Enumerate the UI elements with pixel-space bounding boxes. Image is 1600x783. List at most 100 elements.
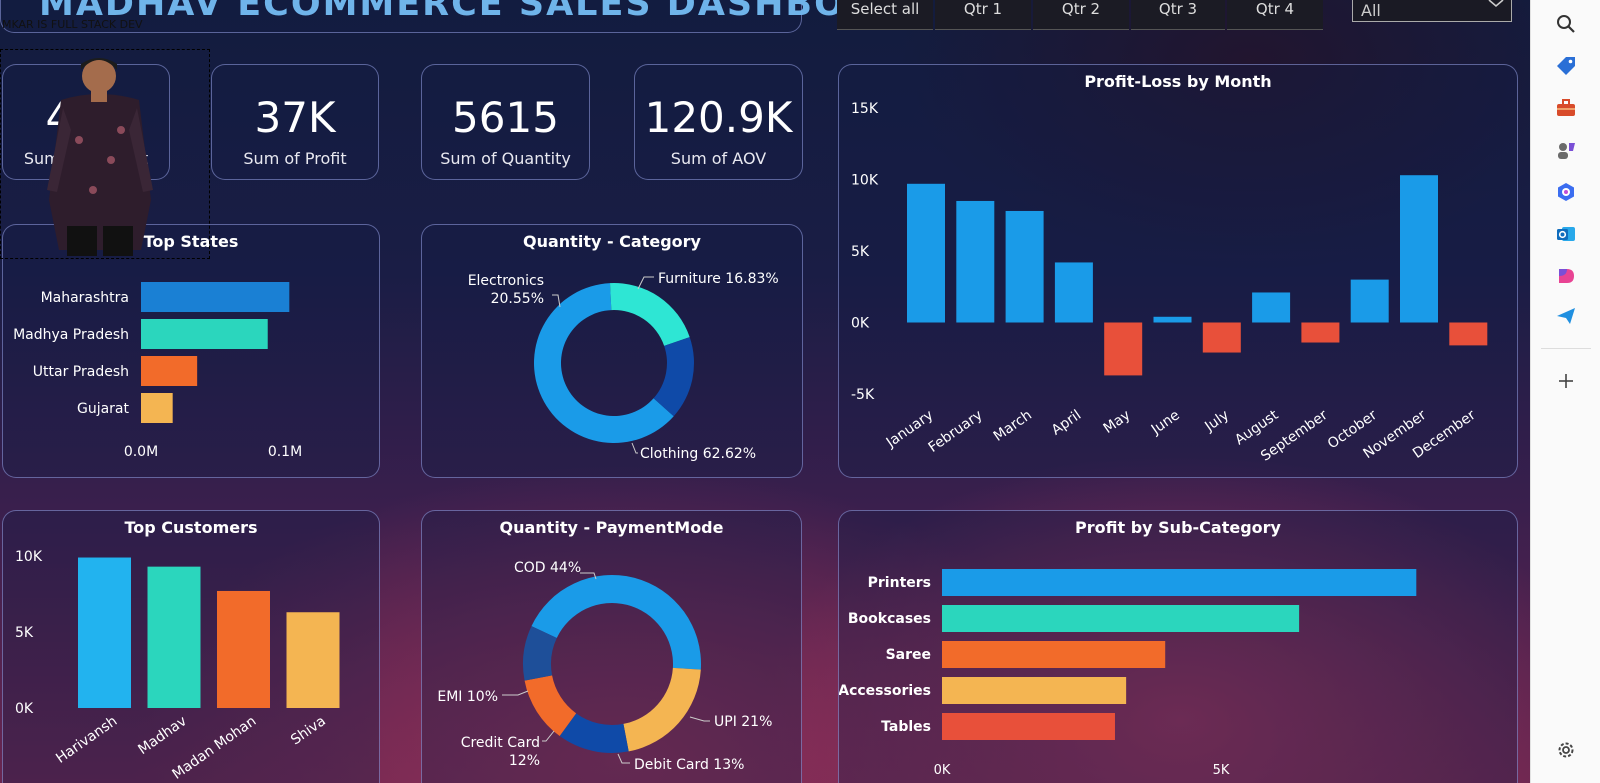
state-bar: [141, 393, 173, 423]
x-tick-label: March: [991, 407, 1035, 445]
y-tick-label: 10K: [15, 549, 43, 565]
slicer-qtr3[interactable]: Qtr 3: [1131, 0, 1225, 30]
state-bar: [141, 356, 198, 386]
leader-line: [631, 442, 638, 454]
month-bar: [1350, 279, 1389, 323]
x-tick-label: Madhav: [135, 713, 189, 758]
kpi-label: Sum of AOV: [670, 149, 767, 168]
subcat-bar: [942, 641, 1166, 668]
profit-month-chart: 15K10K5K0K-5KJanuaryFebruary March April Ma…: [851, 101, 1488, 465]
subcat-bar: [942, 677, 1127, 704]
y-tick-label: 0K: [851, 316, 870, 332]
top-customers-chart: 10K5K0KHarivansh MadhavMadan Mohan Shiva: [15, 549, 340, 783]
leader-line: [637, 276, 654, 290]
slice-label: Furniture 16.83%: [658, 271, 779, 287]
copilot-icon[interactable]: [1546, 176, 1586, 208]
top-states-panel: Top States Maharashtra Madhya Pradesh Utta…: [2, 224, 380, 478]
month-bar: [1153, 316, 1192, 323]
subcat-bar: [942, 569, 1417, 596]
customer-bar: [78, 557, 131, 708]
kpi-card-aov: 120.9K Sum of AOV: [634, 64, 803, 180]
kpi-value: 5615: [452, 93, 559, 142]
x-tick-label: February: [926, 407, 986, 456]
slice-label: Electronics: [468, 273, 544, 289]
presenter-video-overlay: [0, 49, 210, 259]
dashboard-title: MADHAV ECOMMERCE SALES DASHBOARD: [39, 0, 935, 24]
y-tick-label: 15K: [851, 101, 879, 117]
x-tick-label: 5K: [1213, 763, 1230, 778]
top-customers-panel: Top Customers 10K 5K 0K Harivansh Madhav Mada…: [2, 510, 380, 783]
month-bar: [1301, 322, 1340, 343]
slice-label: UPI 21%: [714, 714, 772, 730]
donut-slice: [531, 575, 701, 670]
profit-subcat-panel: Profit by Sub-Category Printers Bookcases…: [838, 510, 1518, 783]
state-bar: [141, 282, 290, 312]
dropdown-filter[interactable]: All: [1352, 0, 1512, 22]
kpi-label: Sum of Quantity: [440, 149, 571, 168]
settings-icon[interactable]: [1546, 734, 1586, 766]
month-bar: [1202, 322, 1241, 353]
slicer-qtr4[interactable]: Qtr 4: [1227, 0, 1323, 30]
x-tick-label: Harivansh: [53, 713, 120, 767]
slicer-qtr2[interactable]: Qtr 2: [1033, 0, 1129, 30]
y-tick-label: 0K: [15, 701, 34, 717]
state-label: Uttar Pradesh: [33, 364, 129, 380]
slice-label: EMI 10%: [437, 689, 498, 705]
subcat-label: Printers: [868, 575, 931, 591]
search-icon[interactable]: [1546, 8, 1586, 40]
outlook-icon[interactable]: [1546, 218, 1586, 250]
subcat-label: Saree: [886, 647, 931, 663]
slice-label: Clothing 62.62%: [640, 446, 756, 462]
qty-category-chart: Clothing 62.62% Electronics 20.55% Furnitur…: [468, 271, 779, 462]
x-tick-label: 0K: [934, 763, 951, 778]
kpi-label: Sum of Profit: [243, 149, 347, 168]
x-tick-label: 0.1M: [268, 444, 302, 460]
leader-line: [542, 730, 555, 742]
subcat-bar: [942, 605, 1300, 632]
top-states-chart: Maharashtra Madhya Pradesh Uttar Pradesh Gu…: [13, 282, 302, 460]
month-bar: [1104, 322, 1143, 376]
dropdown-value: All: [1361, 1, 1381, 20]
toolbox-icon[interactable]: [1546, 92, 1586, 124]
x-tick-label: 0.0M: [124, 444, 158, 460]
dashboard-canvas: MADHAV ECOMMERCE SALES DASHBOARD MKAR IS…: [0, 0, 1530, 783]
slice-label: COD 44%: [514, 560, 581, 576]
kpi-card-profit: 37K Sum of Profit: [211, 64, 379, 180]
qty-category-panel: Quantity - Category Clothing 62.62% Elect…: [421, 224, 803, 478]
x-tick-label: April: [1049, 407, 1084, 438]
month-bar: [907, 183, 945, 323]
y-tick-label: -5K: [851, 387, 875, 403]
slicer-qtr1[interactable]: Qtr 1: [935, 0, 1031, 30]
browser-sidebar: [1530, 0, 1600, 783]
x-tick-label: Shiva: [288, 713, 329, 748]
month-bar: [1449, 322, 1488, 346]
customer-bar: [147, 566, 201, 708]
subcat-label: Bookcases: [848, 611, 931, 627]
month-bar: [1054, 262, 1093, 323]
chevron-down-icon: [1488, 0, 1504, 8]
x-tick-label: July: [1201, 407, 1232, 435]
leader-line: [502, 690, 529, 696]
subcat-label: Accessories: [839, 683, 931, 699]
y-tick-label: 5K: [15, 625, 34, 641]
x-tick-label: May: [1101, 407, 1134, 437]
donut-slice: [610, 283, 690, 346]
subcat-bar: [942, 713, 1115, 740]
customer-bar: [286, 612, 340, 708]
send-icon[interactable]: [1546, 300, 1586, 332]
profit-subcat-chart: Printers Bookcases Saree Accessories Tables 0…: [839, 569, 1417, 778]
slice-label: 20.55%: [491, 291, 544, 307]
tag-icon[interactable]: [1546, 50, 1586, 82]
watermark-text: MKAR IS FULL STACK DEV: [2, 18, 143, 31]
slicer-select-all[interactable]: Select all: [837, 0, 933, 30]
sidebar-divider: [1541, 348, 1591, 349]
qty-payment-chart: COD 44% UPI 21% Debit Card 13% Credit Card 1…: [437, 560, 772, 773]
month-bar: [956, 200, 995, 323]
m365-icon[interactable]: [1546, 260, 1586, 292]
add-icon[interactable]: [1546, 365, 1586, 397]
donut-slice: [623, 667, 701, 752]
month-bar: [1252, 292, 1291, 323]
x-tick-label: June: [1148, 407, 1183, 438]
state-bar: [141, 319, 268, 349]
games-icon[interactable]: [1546, 134, 1586, 166]
